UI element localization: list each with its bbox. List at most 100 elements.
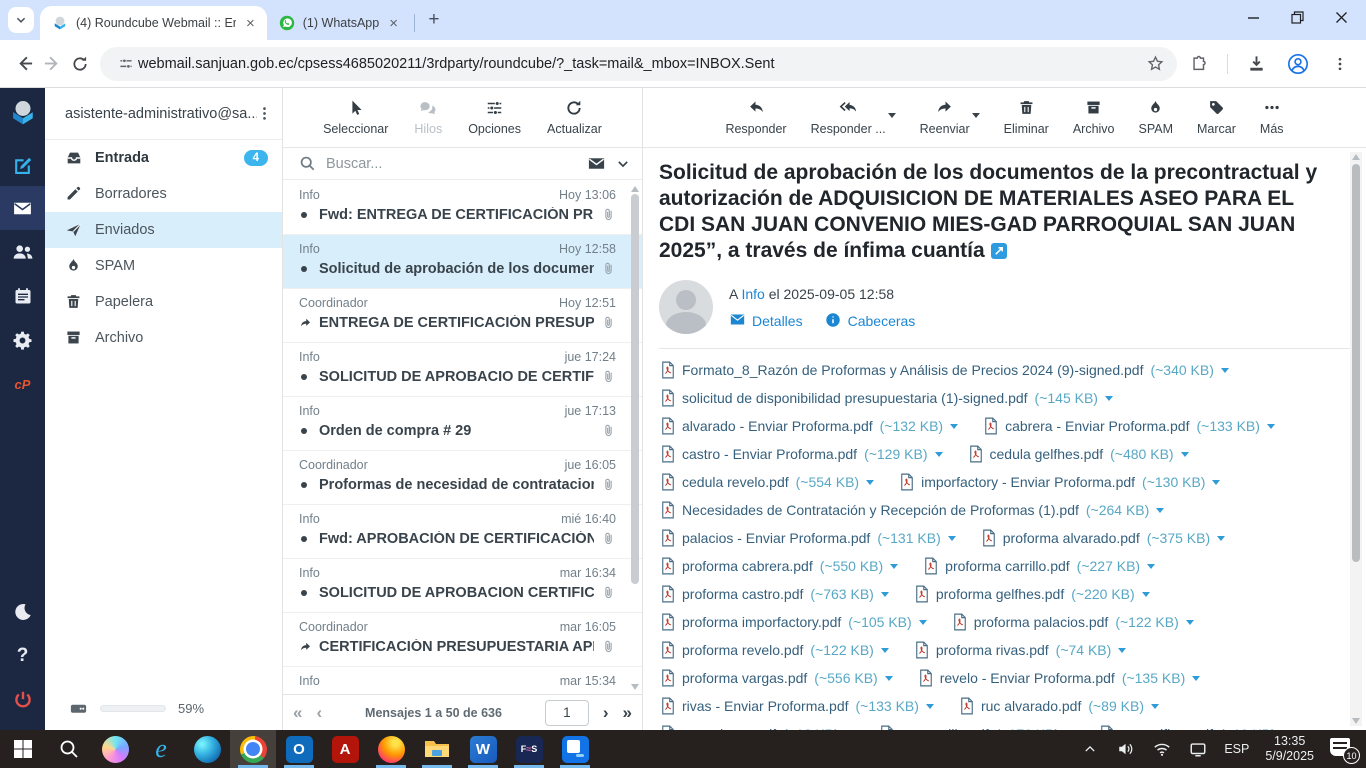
message-row[interactable]: Coordinador mar 16:05 CERTIFICACIÓN PRES… <box>283 613 642 667</box>
message-row[interactable]: Info Hoy 12:58 Solicitud de aprobación d… <box>283 235 642 289</box>
toolbar-button-more[interactable]: Más <box>1260 99 1284 136</box>
recipient-link[interactable]: Info <box>741 286 764 302</box>
attachment-item[interactable]: Necesidades de Contratación y Recepción … <box>661 496 1164 524</box>
attachment-menu-caret-icon[interactable] <box>1142 592 1150 601</box>
attachment-item[interactable]: proforma gelfhes.pdf (~220 KB) <box>915 580 1150 608</box>
attachment-name[interactable]: castro - Enviar Proforma.pdf <box>682 446 857 462</box>
new-tab-button[interactable]: + <box>421 7 447 33</box>
forward-button[interactable] <box>38 50 66 78</box>
url-text[interactable]: webmail.sanjuan.gob.ec/cpsess4685020211/… <box>138 56 1141 72</box>
reader-scrollbar[interactable] <box>1350 152 1362 726</box>
tab-roundcube[interactable]: (4) Roundcube Webmail :: Envia × <box>40 6 267 40</box>
folder-item-papelera[interactable]: Papelera <box>45 284 282 320</box>
notification-center-icon[interactable]: 10 <box>1330 737 1356 761</box>
attachment-item[interactable]: alvarado - Enviar Proforma.pdf (~132 KB) <box>661 412 958 440</box>
bookmark-star-icon[interactable] <box>1141 50 1169 78</box>
attachment-menu-caret-icon[interactable] <box>1105 396 1113 405</box>
taskbar-fes-app-icon[interactable]: F≈S <box>506 730 552 768</box>
restore-button[interactable] <box>1290 10 1304 24</box>
attachment-item[interactable]: proforma revelo.pdf (~122 KB) <box>661 636 889 664</box>
toolbar-button-cursor[interactable]: Seleccionar <box>323 99 388 136</box>
attachment-menu-caret-icon[interactable] <box>950 424 958 433</box>
attachment-menu-caret-icon[interactable] <box>1147 564 1155 573</box>
downloads-icon[interactable] <box>1242 50 1270 78</box>
message-status-icon[interactable] <box>299 536 312 542</box>
volume-icon[interactable] <box>1116 739 1136 759</box>
attachment-item[interactable]: Formato_8_Razón de Proformas y Análisis … <box>661 356 1229 384</box>
attachment-item[interactable]: cabrera - Enviar Proforma.pdf (~133 KB) <box>984 412 1275 440</box>
message-row[interactable]: Coordinador jue 16:05 Proformas de neces… <box>283 451 642 505</box>
attachment-item[interactable]: proforma rivas.pdf (~74 KB) <box>915 636 1126 664</box>
tab-search-button[interactable] <box>8 7 34 33</box>
toolbar-button-tune[interactable]: Opciones <box>468 99 521 136</box>
attachment-item[interactable]: cedula revelo.pdf (~554 KB) <box>661 468 874 496</box>
attachment-item[interactable]: rivas - Enviar Proforma.pdf (~133 KB) <box>661 692 934 720</box>
message-status-icon[interactable] <box>299 482 312 488</box>
folder-item-entrada[interactable]: Entrada 4 <box>45 140 282 176</box>
message-status-icon[interactable] <box>299 212 312 218</box>
action-link-cabeceras[interactable]: Cabeceras <box>825 312 916 329</box>
attachment-name[interactable]: cabrera - Enviar Proforma.pdf <box>1005 418 1189 434</box>
attachment-menu-caret-icon[interactable] <box>1192 676 1200 685</box>
attachment-item[interactable]: proforma vargas.pdf (~556 KB) <box>661 664 893 692</box>
taskbar-file-explorer-icon[interactable] <box>414 730 460 768</box>
message-status-icon[interactable] <box>299 266 312 272</box>
next-page-icon[interactable]: › <box>603 703 609 723</box>
attachment-menu-caret-icon[interactable] <box>1267 424 1275 433</box>
profile-avatar-icon[interactable] <box>1284 50 1312 78</box>
attachment-item[interactable]: proforma castro.pdf (~763 KB) <box>661 580 889 608</box>
search-options-chevron-icon[interactable] <box>616 157 630 171</box>
action-link-detalles[interactable]: Detalles <box>729 312 803 329</box>
tray-expand-icon[interactable] <box>1080 739 1100 759</box>
taskbar-chrome-icon[interactable] <box>230 730 276 768</box>
start-button[interactable] <box>0 730 46 768</box>
compose-button[interactable] <box>0 142 45 186</box>
attachment-item[interactable]: revelo - Enviar Proforma.pdf (~135 KB) <box>919 664 1201 692</box>
message-row[interactable]: Info jue 17:13 Orden de compra # 29 <box>283 397 642 451</box>
taskbar-acrobat-icon[interactable]: A <box>322 730 368 768</box>
attachment-menu-caret-icon[interactable] <box>885 676 893 685</box>
settings-nav-button[interactable] <box>0 318 45 362</box>
last-page-icon[interactable]: » <box>623 703 632 723</box>
mail-nav-button[interactable] <box>0 186 45 230</box>
attachment-name[interactable]: proforma cabrera.pdf <box>682 558 813 574</box>
taskbar-firefox-icon[interactable] <box>368 730 414 768</box>
account-menu-icon[interactable] <box>257 106 272 121</box>
taskbar-search-button[interactable] <box>46 730 92 768</box>
attachment-item[interactable]: proforma cabrera.pdf (~550 KB) <box>661 552 898 580</box>
open-in-new-window-icon[interactable] <box>991 243 1007 259</box>
attachment-name[interactable]: rivas - Enviar Proforma.pdf <box>682 698 849 714</box>
message-status-icon[interactable] <box>299 317 312 329</box>
browser-menu-icon[interactable] <box>1326 50 1354 78</box>
taskbar-edge-icon[interactable] <box>184 730 230 768</box>
attachment-menu-caret-icon[interactable] <box>881 648 889 657</box>
help-button[interactable]: ? <box>0 634 45 678</box>
toolbar-button-trash[interactable]: Eliminar <box>1004 99 1049 136</box>
toolbar-button-replyall[interactable]: Responder ... <box>811 99 886 136</box>
attachment-name[interactable]: solicitud de disponibilidad presupuestar… <box>682 390 1028 406</box>
toolbar-button-forward[interactable]: Reenviar <box>920 99 970 136</box>
message-status-icon[interactable] <box>299 374 312 380</box>
attachment-menu-caret-icon[interactable] <box>890 564 898 573</box>
site-info-icon[interactable] <box>114 50 138 78</box>
attachment-item[interactable]: proforma carrillo.pdf (~227 KB) <box>924 552 1155 580</box>
attachment-name[interactable]: Formato_8_Razón de Proformas y Análisis … <box>682 362 1143 378</box>
tab-close-icon[interactable]: × <box>244 15 257 32</box>
toolbar-button-reply[interactable]: Responder <box>725 99 786 136</box>
folder-item-archivo[interactable]: Archivo <box>45 320 282 356</box>
attachment-menu-caret-icon[interactable] <box>1156 508 1164 517</box>
taskbar-cortana-icon[interactable] <box>92 730 138 768</box>
message-row[interactable]: Info Hoy 13:06 Fwd: ENTREGA DE CERTIFICA… <box>283 181 642 235</box>
attachment-item[interactable]: palacios - Enviar Proforma.pdf (~131 KB) <box>661 524 956 552</box>
attachment-menu-caret-icon[interactable] <box>926 704 934 713</box>
attachment-name[interactable]: proforma castro.pdf <box>682 586 803 602</box>
message-status-icon[interactable] <box>299 641 312 653</box>
attachment-menu-caret-icon[interactable] <box>881 592 889 601</box>
contacts-nav-button[interactable] <box>0 230 45 274</box>
attachment-name[interactable]: palacios - Enviar Proforma.pdf <box>682 530 870 546</box>
attachment-menu-caret-icon[interactable] <box>919 620 927 629</box>
dropdown-caret-icon[interactable] <box>888 113 896 122</box>
attachment-item[interactable]: imporfactory - Enviar Proforma.pdf (~130… <box>900 468 1220 496</box>
attachment-name[interactable]: proforma revelo.pdf <box>682 642 803 658</box>
first-page-icon[interactable]: « <box>293 703 302 723</box>
